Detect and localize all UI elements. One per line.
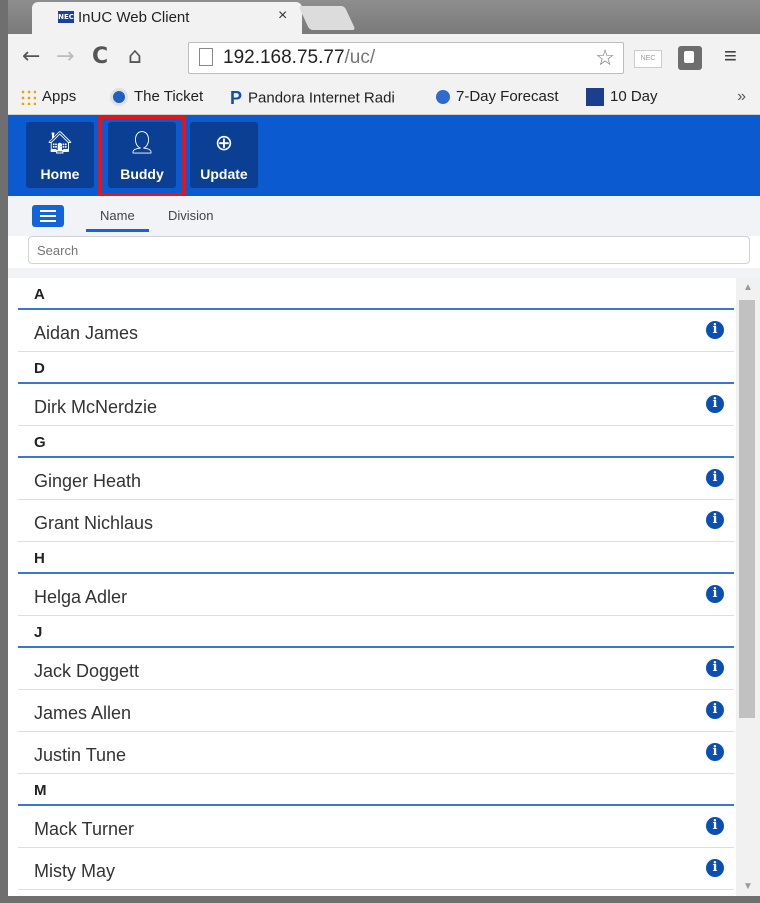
apps-grid-icon [20,89,36,106]
buddy-name: Ginger Heath [34,471,142,491]
nec-extension-icon[interactable]: NEC [634,50,662,68]
chrome-menu-icon[interactable]: ≡ [724,43,737,69]
buddy-name: Helga Adler [34,587,128,607]
group-header: J [18,616,734,648]
info-icon[interactable]: i [706,511,724,529]
download-icon: ⊕ [214,131,234,156]
buddy-list: A Aidan James i D Dirk McNerdzie i G Ginger Hea… [18,278,734,896]
tab-division[interactable]: Division [168,208,214,223]
buddy-name: Jack Doggett [34,661,140,681]
back-arrow-icon[interactable]: ← [22,44,40,69]
page-icon [199,48,213,66]
home-browser-icon[interactable]: ⌂ [128,44,142,69]
buddy-name: Justin Tune [34,745,127,765]
list-view-icon[interactable] [32,205,64,227]
buddy-highlight-box [98,115,186,197]
nec-favicon-icon: NEC [58,11,74,23]
bookmark-10-day[interactable]: 10 Day [586,88,658,107]
buddy-row[interactable]: James Allen i [18,690,734,732]
tab-title: InUC Web Client [78,9,190,26]
group-header: D [18,352,734,384]
info-icon[interactable]: i [706,859,724,877]
scrollbar[interactable]: ▲ ▼ [736,278,760,896]
bookmark-apps[interactable]: Apps [20,88,76,106]
update-label: Update [200,166,248,182]
browser-tab[interactable]: NEC InUC Web Client × [32,2,302,34]
buddy-name: Misty May [34,861,115,881]
buddy-row[interactable]: Mack Turner i [18,806,734,848]
extension-icon[interactable] [678,46,702,70]
buddy-name: Aidan James [34,323,139,343]
tab-name[interactable]: Name [86,208,149,232]
group-header: H [18,542,734,574]
info-icon[interactable]: i [706,585,724,603]
more-bookmarks-icon[interactable]: » [737,88,746,106]
window-bottom-edge [0,896,760,903]
scroll-down-icon[interactable]: ▼ [743,881,753,892]
buddy-row[interactable]: Dirk McNerdzie i [18,384,734,426]
tab-close-icon[interactable]: × [278,7,287,25]
buddy-name: Dirk McNerdzie [34,397,158,417]
pandora-icon: P [230,88,243,108]
buddy-row[interactable]: Jack Doggett i [18,648,734,690]
info-icon[interactable]: i [706,469,724,487]
info-icon[interactable]: i [706,659,724,677]
info-icon[interactable]: i [706,321,724,339]
bookmark-pandora[interactable]: P Pandora Internet Radi [230,88,395,109]
forward-arrow-icon[interactable]: → [56,44,74,69]
buddy-name: Grant Nichlaus [34,513,154,533]
browser-toolbar: ← → C ⌂ 192.168.75.77/uc/ ☆ NEC ≡ [8,34,760,82]
home-icon: 🏠︎ [46,131,74,156]
buddy-name: Mack Turner [34,819,135,839]
tab-strip: NEC InUC Web Client × [8,0,760,34]
info-icon[interactable]: i [706,817,724,835]
bookmark-7-day-forecast[interactable]: 7-Day Forecast [436,88,559,105]
url-text: 192.168.75.77/uc/ [223,47,376,68]
weather-channel-icon [586,88,604,107]
reload-icon[interactable]: C [92,44,108,69]
info-icon[interactable]: i [706,743,724,761]
buddy-row[interactable]: Grant Nichlaus i [18,500,734,542]
group-header: G [18,426,734,458]
search-input[interactable] [28,236,750,264]
update-button[interactable]: ⊕ Update [190,122,258,188]
group-header: A [18,278,734,310]
browser-window: NEC InUC Web Client × ← → C ⌂ 192.168.75… [8,0,760,903]
filter-bar: Name Division [8,196,760,236]
buddy-row[interactable]: Justin Tune i [18,732,734,774]
new-tab-button[interactable] [298,6,356,30]
scrollbar-thumb[interactable] [739,300,755,718]
info-icon[interactable]: i [706,395,724,413]
buddy-row[interactable]: Helga Adler i [18,574,734,616]
bookmark-the-ticket[interactable]: The Ticket [110,88,203,107]
buddy-row[interactable]: Ginger Heath i [18,458,734,500]
list-top-spacer [8,268,760,278]
home-button[interactable]: 🏠︎ Home [26,122,94,188]
buddy-row[interactable]: Aidan James i [18,310,734,352]
bookmarks-bar: Apps The Ticket P Pandora Internet Radi 7… [8,82,760,115]
info-icon[interactable]: i [706,701,724,719]
bookmark-star-icon[interactable]: ☆ [595,45,615,71]
buddy-row[interactable]: Misty May i [18,848,734,890]
group-header: M [18,774,734,806]
ticket-icon [110,88,128,107]
noaa-icon [436,90,450,105]
home-label: Home [40,166,80,182]
buddy-name: James Allen [34,703,132,723]
scroll-up-icon[interactable]: ▲ [743,282,753,293]
address-bar[interactable]: 192.168.75.77/uc/ ☆ [188,42,624,74]
